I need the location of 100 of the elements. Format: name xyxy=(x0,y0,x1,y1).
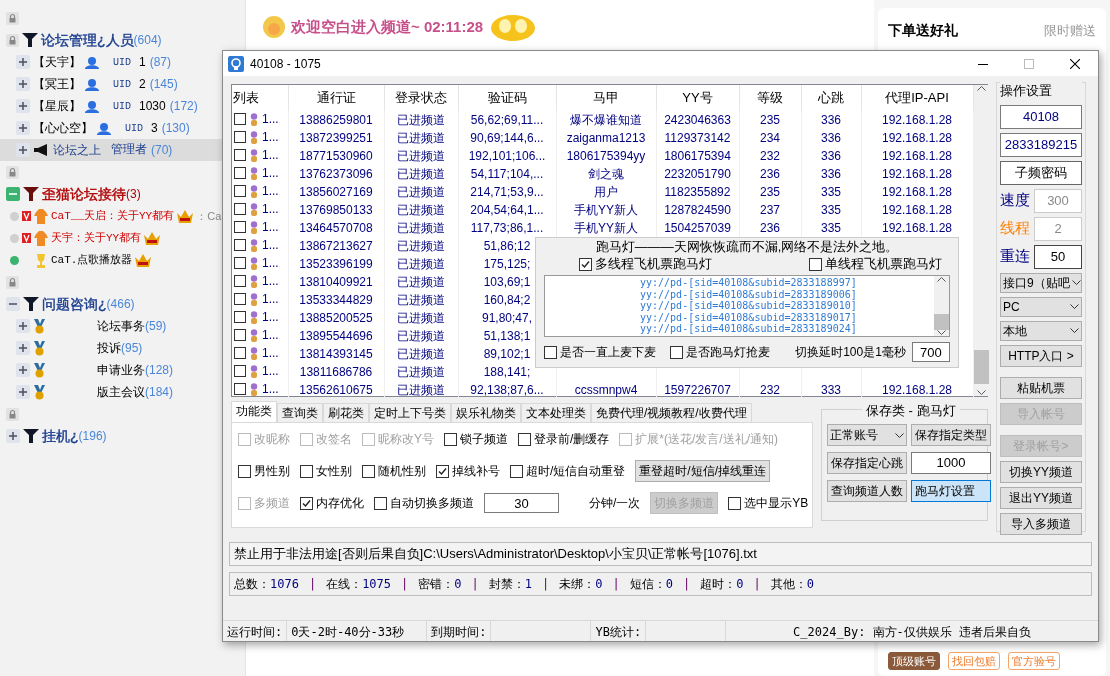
expand-icon[interactable] xyxy=(16,143,30,157)
expand-icon[interactable] xyxy=(16,363,30,377)
checkbox[interactable] xyxy=(728,496,742,510)
member-item[interactable]: 【星辰】 UID 1030 (172) xyxy=(33,97,198,115)
member-name[interactable]: CaT__天启：关于YY都有 xyxy=(51,207,175,225)
expand-icon[interactable] xyxy=(16,77,30,91)
expand-icon[interactable] xyxy=(16,55,30,69)
scroll-thumb[interactable] xyxy=(934,314,949,330)
group-title[interactable]: 挂机¿ xyxy=(42,425,79,447)
checkbox[interactable] xyxy=(234,275,246,287)
channel-input[interactable]: 40108 xyxy=(1000,104,1082,129)
option-label: 内存优化 xyxy=(316,495,364,512)
checkbox[interactable] xyxy=(444,432,457,446)
action-button[interactable]: 切换YY频道 xyxy=(1000,460,1082,483)
checkbox[interactable] xyxy=(238,464,251,478)
checkbox[interactable] xyxy=(234,113,246,125)
column-header[interactable]: 列表 xyxy=(232,85,288,111)
checkbox[interactable] xyxy=(234,293,246,305)
column-header[interactable]: YY号 xyxy=(656,85,739,111)
topic-item[interactable]: 申请业务(128) xyxy=(97,361,173,379)
heartbeat-input[interactable]: 1000 xyxy=(911,452,991,474)
checkbox[interactable] xyxy=(234,329,246,341)
action-button[interactable]: 保存指定类型 xyxy=(911,424,991,446)
column-header[interactable]: 验证码 xyxy=(458,85,556,111)
checkbox[interactable] xyxy=(234,239,246,251)
topic-item[interactable]: 投诉(95) xyxy=(97,339,143,357)
dropdown[interactable]: 接口9（贴吧 xyxy=(1000,272,1082,293)
checkbox[interactable] xyxy=(436,464,449,478)
checkbox[interactable] xyxy=(234,221,246,233)
member-item[interactable]: 【冥王】 UID 2 (145) xyxy=(33,75,178,93)
checkbox[interactable] xyxy=(234,167,246,179)
tab[interactable]: 刷花类 xyxy=(323,403,369,422)
action-button[interactable]: 重登超时/短信/掉线重连 xyxy=(635,460,770,482)
checkbox[interactable] xyxy=(234,185,246,197)
checkbox[interactable] xyxy=(234,311,246,323)
checkbox[interactable] xyxy=(374,496,387,510)
tab[interactable]: 文本处理类 xyxy=(521,403,591,422)
tab[interactable]: 定时上下号类 xyxy=(369,403,451,422)
dropdown[interactable]: 本地 xyxy=(1000,320,1082,341)
password-button[interactable]: 子频密码 xyxy=(1000,160,1082,185)
checkbox[interactable] xyxy=(579,257,592,271)
tab[interactable]: 功能类 xyxy=(231,401,277,422)
column-header[interactable]: 心跳 xyxy=(801,85,861,111)
column-header[interactable]: 马甲 xyxy=(556,85,656,111)
tab[interactable]: 查询类 xyxy=(277,403,323,422)
expand-icon[interactable] xyxy=(16,385,30,399)
type-select[interactable]: 正常账号 xyxy=(827,424,907,446)
action-button[interactable]: 退出YY频道 xyxy=(1000,486,1082,509)
checkbox[interactable] xyxy=(234,257,246,269)
member-item[interactable]: 【心心空】 UID 3 (130) xyxy=(33,119,190,137)
checkbox[interactable] xyxy=(809,257,822,271)
checkbox[interactable] xyxy=(234,149,246,161)
expand-icon[interactable] xyxy=(6,429,20,443)
column-header[interactable]: 登录状态 xyxy=(384,85,458,111)
action-button[interactable]: 导入多频道 xyxy=(1000,512,1082,535)
tab[interactable]: 娱乐礼物类 xyxy=(451,403,521,422)
member-name[interactable]: 天宇：关于YY都有 xyxy=(51,229,142,247)
group-title[interactable]: 论坛管理¿人员 xyxy=(41,29,134,51)
scrollbar[interactable] xyxy=(934,276,949,336)
column-header[interactable]: 等级 xyxy=(739,85,801,111)
checkbox[interactable] xyxy=(518,432,531,446)
checkbox[interactable] xyxy=(234,131,246,143)
action-button[interactable]: HTTP入口 > xyxy=(1000,344,1082,367)
checkbox[interactable] xyxy=(234,365,246,377)
option-label: 改签名 xyxy=(316,431,352,448)
expand-icon[interactable] xyxy=(16,319,30,333)
group-title[interactable]: 歪猫论坛接待 xyxy=(42,183,126,205)
action-button[interactable]: 粘贴机票 xyxy=(1000,376,1082,399)
action-button[interactable]: 查询频道人数 xyxy=(827,480,907,502)
checkbox[interactable] xyxy=(362,464,375,478)
column-header[interactable]: 通行证 xyxy=(288,85,384,111)
collapse-icon[interactable] xyxy=(6,297,20,311)
delay-input[interactable]: 700 xyxy=(911,342,950,362)
dropdown[interactable]: PC xyxy=(1000,296,1082,317)
number-input[interactable]: 30 xyxy=(484,493,559,513)
tab[interactable]: 免费代理/视频教程/收费代理 xyxy=(591,403,752,422)
member-name[interactable]: CaT.点歌播放器 xyxy=(51,251,133,269)
close-icon[interactable] xyxy=(1070,58,1080,69)
checkbox[interactable] xyxy=(510,464,523,478)
member-item[interactable]: 【天宇】 UID 1 (87) xyxy=(33,53,172,71)
channel-input[interactable]: 2833189215 xyxy=(1000,132,1082,157)
topic-item[interactable]: 论坛事务(59) xyxy=(97,317,167,335)
group-title[interactable]: 问题咨询¿ xyxy=(42,293,107,315)
column-header[interactable]: 代理IP-API xyxy=(861,85,973,111)
action-button[interactable]: 保存指定心跳 xyxy=(827,452,907,474)
expand-icon[interactable] xyxy=(16,341,30,355)
checkbox[interactable] xyxy=(669,345,683,359)
table-cell: 13523396199 xyxy=(299,257,373,271)
checkbox[interactable] xyxy=(544,345,557,359)
checkbox[interactable] xyxy=(300,464,313,478)
checkbox[interactable] xyxy=(234,383,246,395)
checkbox[interactable] xyxy=(234,347,246,359)
expand-icon[interactable] xyxy=(16,99,30,113)
text-area[interactable]: yy://pd-[sid=40108&subid=2833188997] yy://pd-[sid=40108&subid=2833189006] yy://pd-[sid=40108&subid=2833189010] yy://pd-[sid=40108&subid=2833189017] yy://pd-[sid=40108&subid=2833189024] xyxy=(544,275,950,337)
expand-icon[interactable] xyxy=(16,121,30,135)
checkbox[interactable] xyxy=(234,203,246,215)
topic-item[interactable]: 版主会议(184) xyxy=(97,383,173,401)
action-button[interactable]: 跑马灯设置 xyxy=(911,480,991,502)
param-input[interactable]: 50 xyxy=(1034,244,1082,269)
checkbox[interactable] xyxy=(300,496,313,510)
